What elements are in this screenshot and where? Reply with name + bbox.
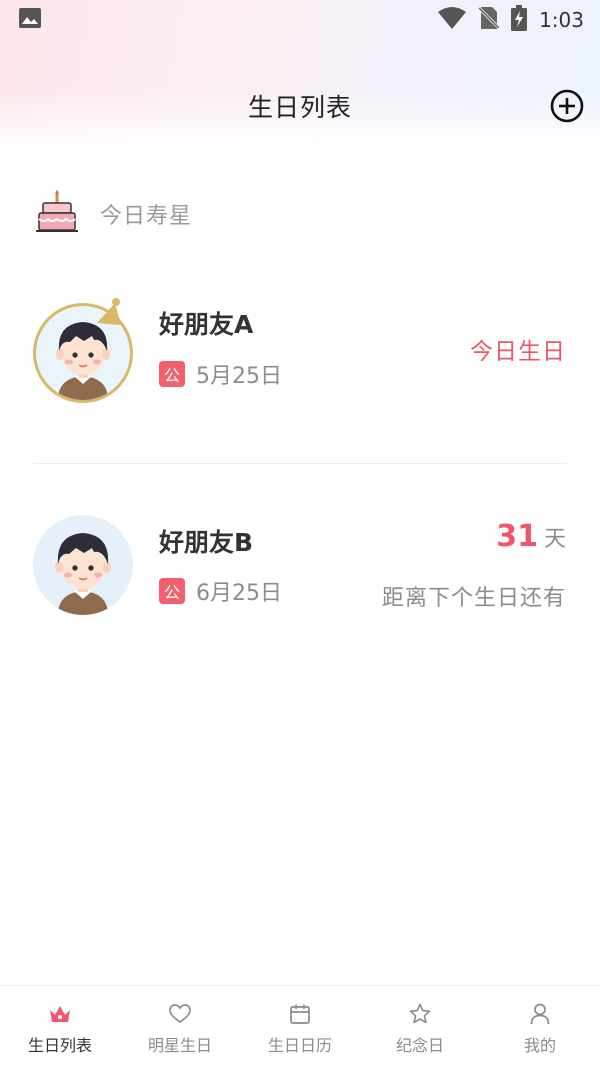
today-birthday-section-header: 今日寿星 xyxy=(36,190,192,238)
heart-icon xyxy=(168,1002,192,1026)
divider xyxy=(33,463,567,464)
today-birthday-label: 今日生日 xyxy=(470,339,566,365)
party-hat-icon xyxy=(93,297,125,331)
gallery-notification-icon xyxy=(18,7,42,33)
tab-profile[interactable]: 我的 xyxy=(480,986,600,1067)
battery-charging-icon xyxy=(511,5,528,35)
birthday-card-friend-a[interactable]: 好朋友A 公 5月25日 今日生日 xyxy=(0,286,600,406)
tab-anniversaries[interactable]: 纪念日 xyxy=(360,986,480,1067)
avatar xyxy=(33,515,133,615)
birthday-date-row: 公 5月25日 xyxy=(159,358,282,390)
app-bar: 生日列表 xyxy=(0,74,600,138)
birthday-card-friend-b[interactable]: 好朋友B 公 6月25日 31 天 距离下个生日还有 xyxy=(0,505,600,625)
tab-birthday-list[interactable]: 生日列表 xyxy=(0,986,120,1067)
crown-icon xyxy=(48,1002,72,1026)
gregorian-calendar-badge: 公 xyxy=(159,578,185,604)
tab-birthday-calendar[interactable]: 生日日历 xyxy=(240,986,360,1067)
friend-name: 好朋友A xyxy=(159,310,254,339)
gregorian-calendar-badge: 公 xyxy=(159,361,185,387)
user-icon xyxy=(528,1002,552,1026)
avatar xyxy=(33,298,133,403)
days-left-row: 31 天 xyxy=(496,519,566,554)
section-title: 今日寿星 xyxy=(100,204,193,229)
tab-label: 纪念日 xyxy=(395,1036,444,1055)
status-time: 1:03 xyxy=(539,8,584,32)
cake-icon xyxy=(36,190,78,238)
wifi-icon xyxy=(437,6,467,34)
tab-label: 生日日历 xyxy=(267,1036,332,1055)
calendar-icon xyxy=(288,1002,312,1026)
add-birthday-button[interactable] xyxy=(550,89,584,123)
tab-label: 明星生日 xyxy=(147,1036,212,1055)
star-icon xyxy=(408,1002,432,1026)
birthday-date: 5月25日 xyxy=(196,364,282,389)
days-left-count: 31 xyxy=(496,519,538,554)
bottom-tab-bar: 生日列表 明星生日 生日日历 纪念日 我的 xyxy=(0,985,600,1067)
plus-circle-icon xyxy=(550,89,584,123)
countdown-label: 距离下个生日还有 xyxy=(381,586,566,611)
tab-star-birthdays[interactable]: 明星生日 xyxy=(120,986,240,1067)
tab-label: 生日列表 xyxy=(27,1036,92,1055)
birthday-date: 6月25日 xyxy=(196,581,282,606)
birthday-date-row: 公 6月25日 xyxy=(159,575,282,607)
no-sim-icon xyxy=(478,5,501,35)
page-title: 生日列表 xyxy=(247,93,352,122)
friend-name: 好朋友B xyxy=(159,528,254,557)
tab-label: 我的 xyxy=(523,1036,556,1055)
status-bar: 1:03 xyxy=(0,0,600,40)
days-unit: 天 xyxy=(543,527,566,552)
